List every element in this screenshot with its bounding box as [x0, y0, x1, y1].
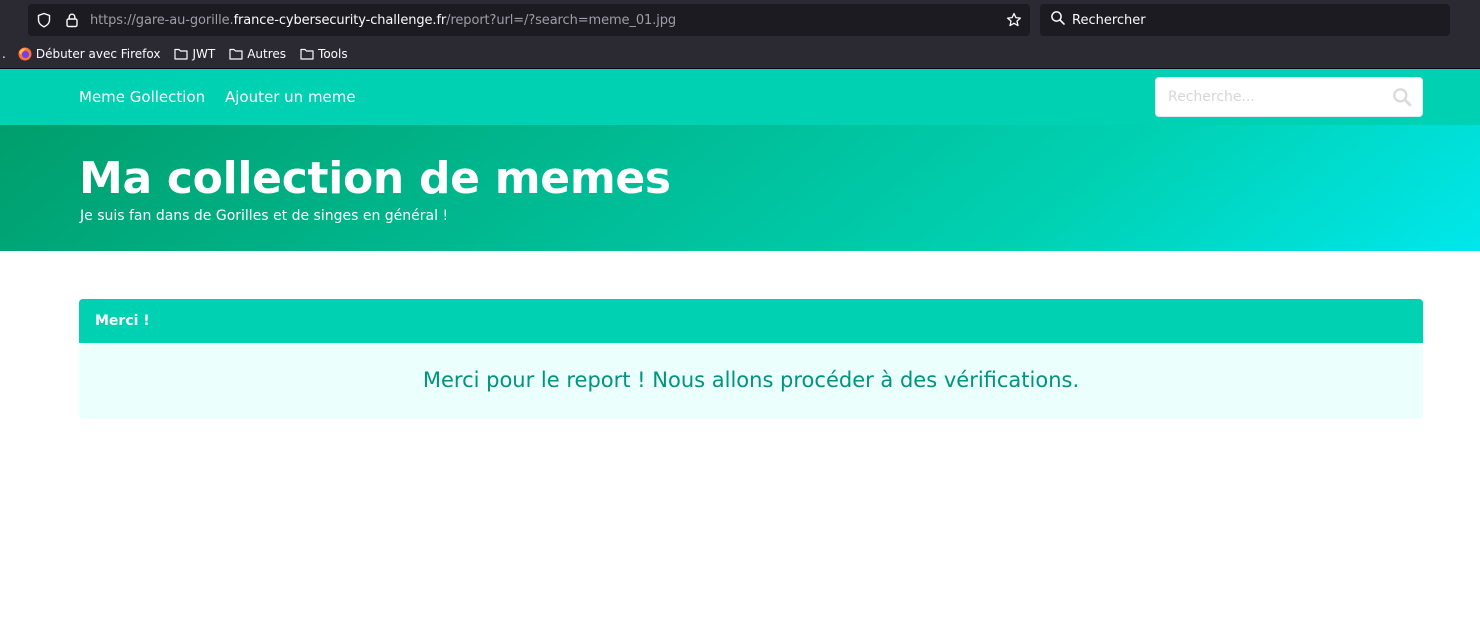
bookmarks-toolbar: . Débuter avec Firefox JWT Autres Tools [0, 40, 1480, 68]
browser-search-bar[interactable]: Rechercher [1040, 4, 1450, 36]
shield-icon[interactable] [36, 12, 52, 28]
firefox-icon [18, 47, 32, 61]
bookmark-label: JWT [192, 47, 216, 61]
nav-add-meme-link[interactable]: Ajouter un meme [225, 88, 356, 106]
message-header: Merci ! [79, 299, 1423, 343]
url-prefix: https://gare-au-gorille. [90, 12, 234, 28]
folder-icon [300, 48, 314, 60]
page-title: Ma collection de memes [79, 153, 671, 204]
hero-banner: Ma collection de memes Je suis fan dans … [0, 125, 1480, 251]
report-message: Merci ! Merci pour le report ! Nous allo… [79, 299, 1423, 419]
lock-icon[interactable] [64, 12, 80, 28]
url-path: /report?url=/?search=meme_01.jpg [446, 12, 677, 28]
message-body: Merci pour le report ! Nous allons procé… [79, 343, 1423, 419]
folder-icon [229, 48, 243, 60]
bookmarks-overflow[interactable]: . [2, 47, 6, 61]
address-bar[interactable]: https://gare-au-gorille.france-cybersecu… [28, 4, 1030, 36]
bookmark-label: Tools [318, 47, 348, 61]
site-search-input[interactable] [1156, 78, 1386, 116]
browser-search-placeholder: Rechercher [1072, 12, 1146, 28]
message-header-text: Merci ! [95, 313, 150, 329]
bookmark-autres[interactable]: Autres [229, 47, 286, 61]
bookmark-label: Débuter avec Firefox [35, 47, 161, 61]
bookmark-jwt[interactable]: JWT [174, 47, 215, 61]
bookmark-debuter-firefox[interactable]: Débuter avec Firefox [18, 47, 161, 61]
bookmark-star-icon[interactable] [1006, 12, 1022, 28]
nav-brand-link[interactable]: Meme Gollection [79, 88, 205, 106]
url-text[interactable]: https://gare-au-gorille.france-cybersecu… [90, 13, 676, 28]
message-body-text: Merci pour le report ! Nous allons procé… [422, 368, 1080, 392]
bookmark-label: Autres [247, 47, 287, 61]
search-icon [1050, 10, 1066, 30]
url-host: france-cybersecurity-challenge.fr [233, 12, 447, 28]
bookmark-tools[interactable]: Tools [300, 47, 348, 61]
search-icon[interactable] [1392, 87, 1412, 107]
browser-toolbar: https://gare-au-gorille.france-cybersecu… [0, 0, 1480, 40]
folder-icon [174, 48, 189, 60]
page-subtitle: Je suis fan dans de Gorilles et de singe… [80, 208, 449, 224]
site-search [1155, 77, 1423, 117]
site-navbar: Meme Gollection Ajouter un meme [0, 69, 1480, 125]
